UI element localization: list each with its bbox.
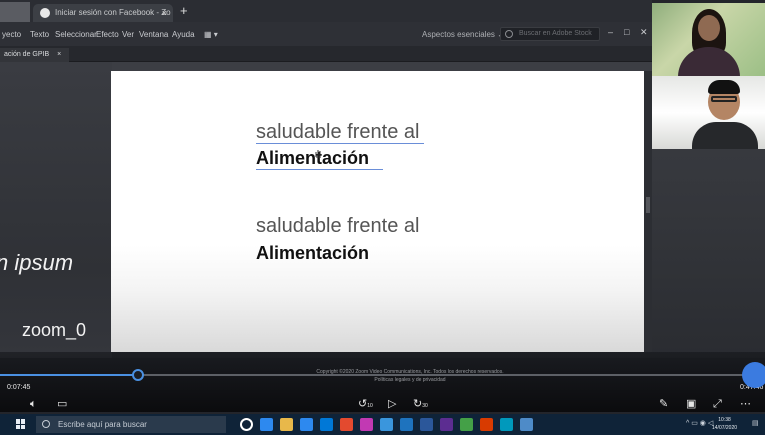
app-menu-bar: yecto Texto Seleccionar Efecto Ver Venta… (0, 22, 652, 46)
taskbar-app-icon[interactable] (440, 418, 453, 431)
volume-icon[interactable]: 🔈︎ (30, 398, 37, 410)
layout-switcher-icon[interactable]: ▦ ▾ (204, 30, 218, 39)
rewind-10-label: 10 (367, 403, 373, 409)
taskbar-app-icon[interactable] (340, 418, 353, 431)
participant-2-hair (708, 80, 740, 94)
zoom-label: zoom_0 (22, 320, 87, 340)
lorem-ipsum-text: n ipsum (0, 250, 74, 275)
taskbar-time: 10:38 (718, 417, 731, 423)
forward-30-icon[interactable]: ↻30 (413, 398, 428, 412)
taskbar-app-icon[interactable] (320, 418, 333, 431)
browser-tab[interactable]: Iniciar sesión con Facebook - Zo × (33, 4, 173, 22)
taskbar-app-icon[interactable] (400, 418, 413, 431)
facebook-favicon-icon (40, 8, 50, 18)
notifications-icon[interactable]: ▤ (752, 419, 759, 427)
search-placeholder: Buscar en Adobe Stock (519, 30, 592, 37)
text-selection-underline-2 (256, 169, 383, 170)
workspace-selector[interactable]: Aspectos esenciales ⌄ (422, 30, 504, 39)
menu-item-seleccionar[interactable]: Seleccionar (55, 30, 97, 39)
menu-item-proyecto[interactable]: yecto (2, 30, 21, 39)
menu-item-ayuda[interactable]: Ayuda (172, 30, 195, 39)
search-icon (505, 30, 513, 38)
windows-start-icon[interactable] (16, 419, 26, 429)
expand-icon[interactable]: ⤢ (713, 398, 722, 410)
taskbar-clock[interactable]: 10:38 14/07/2020 (712, 416, 737, 432)
participant-1-body (678, 47, 740, 76)
tab-close-icon[interactable]: × (162, 4, 167, 22)
screen: Iniciar sesión con Facebook - Zo × + yec… (0, 0, 765, 435)
system-tray-icons[interactable]: ^ ▭ ◉ ◁ (686, 419, 713, 427)
hand-cursor-icon (315, 150, 321, 158)
participant-2-body (692, 122, 758, 149)
taskbar-app-icon[interactable] (500, 418, 513, 431)
taskbar-app-icon[interactable] (420, 418, 433, 431)
taskbar-app-icon[interactable] (360, 418, 373, 431)
document-tab-label: ación de GPIB (4, 51, 50, 58)
participant-video-2[interactable] (652, 76, 765, 149)
artboard-text-line-4[interactable]: Alimentación (256, 243, 369, 264)
participant-video-1[interactable] (652, 3, 765, 76)
miniplayer-icon[interactable]: ▣ (686, 398, 696, 410)
taskbar-app-icon[interactable] (480, 418, 493, 431)
artboard[interactable]: saludable frente al Alimentación saludab… (111, 71, 644, 352)
new-tab-button[interactable]: + (180, 3, 188, 18)
taskbar-app-icon[interactable] (460, 418, 473, 431)
text-selection-underline (256, 143, 424, 144)
menu-item-efecto[interactable]: Efecto (96, 30, 119, 39)
browser-tab-bar: Iniciar sesión con Facebook - Zo × + (0, 0, 652, 22)
taskbar-search-placeholder: Escribe aquí para buscar (58, 420, 147, 429)
current-time: 0:07:45 (7, 384, 31, 391)
taskbar-search-input[interactable]: Escribe aquí para buscar (36, 416, 226, 433)
left-panel (0, 62, 112, 358)
taskbar-date: 14/07/2020 (712, 425, 738, 431)
participant-1-face (698, 15, 720, 41)
taskbar-app-icon[interactable] (380, 418, 393, 431)
scrollbar-thumb[interactable] (646, 197, 650, 213)
rewind-10-icon[interactable]: ↺10 (358, 398, 373, 412)
taskbar-app-icon[interactable] (280, 418, 293, 431)
participant-2-glasses (711, 96, 737, 102)
taskbar-app-icon[interactable] (240, 418, 253, 431)
windows-taskbar: Escribe aquí para buscar ^ ▭ ◉ ◁ 10:38 1… (0, 414, 765, 435)
artboard-text-line-3[interactable]: saludable frente al (256, 215, 419, 238)
vertical-scrollbar[interactable] (644, 71, 652, 352)
browser-tab-title: Iniciar sesión con Facebook - Zo (55, 8, 171, 17)
document-tab[interactable]: ación de GPIB × (0, 48, 70, 62)
pen-icon[interactable]: ✎ (659, 398, 668, 410)
minimize-button[interactable]: – (608, 27, 613, 37)
taskbar-search-icon (42, 420, 50, 428)
close-window-button[interactable]: ✕ (640, 27, 648, 38)
workspace-label: Aspectos esenciales (422, 30, 495, 39)
forward-30-label: 30 (422, 403, 428, 409)
menu-item-ver[interactable]: Ver (122, 30, 134, 39)
menu-item-texto[interactable]: Texto (30, 30, 49, 39)
browser-back-area[interactable] (0, 2, 30, 22)
artboard-text-line-1[interactable]: saludable frente al (256, 121, 419, 144)
chat-bubble-icon[interactable] (742, 362, 765, 388)
captions-icon[interactable]: ▭ (57, 398, 67, 410)
adobe-stock-search-input[interactable]: Buscar en Adobe Stock (500, 27, 600, 41)
seek-bar-progress (0, 374, 138, 376)
document-tab-bar: ación de GPIB × (0, 46, 652, 62)
taskbar-app-icon[interactable] (520, 418, 533, 431)
privacy-link[interactable]: Políticas legales y de privacidad (230, 376, 590, 384)
play-icon[interactable]: ▷ (388, 398, 396, 410)
menu-item-ventana[interactable]: Ventana (139, 30, 168, 39)
document-tab-close-icon[interactable]: × (57, 51, 61, 58)
maximize-button[interactable]: □ (624, 27, 629, 37)
taskbar-app-icon[interactable] (260, 418, 273, 431)
more-icon[interactable]: ⋯ (740, 398, 751, 410)
taskbar-app-icon[interactable] (300, 418, 313, 431)
copyright-notice: Copyright ©2020 Zoom Video Communication… (230, 368, 590, 384)
seek-bar-handle[interactable] (132, 369, 144, 381)
